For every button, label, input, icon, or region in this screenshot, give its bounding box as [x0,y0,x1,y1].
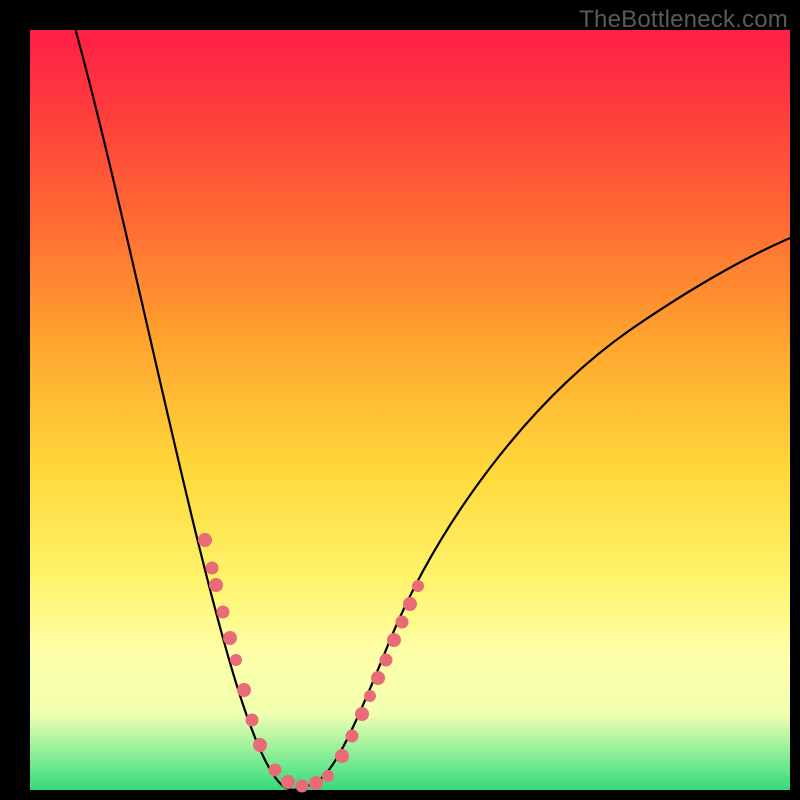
plot-area [30,30,790,790]
bottleneck-curve [70,10,800,790]
highlight-markers [198,533,424,793]
curve-layer [30,30,790,790]
chart-frame: TheBottleneck.com [0,0,800,800]
